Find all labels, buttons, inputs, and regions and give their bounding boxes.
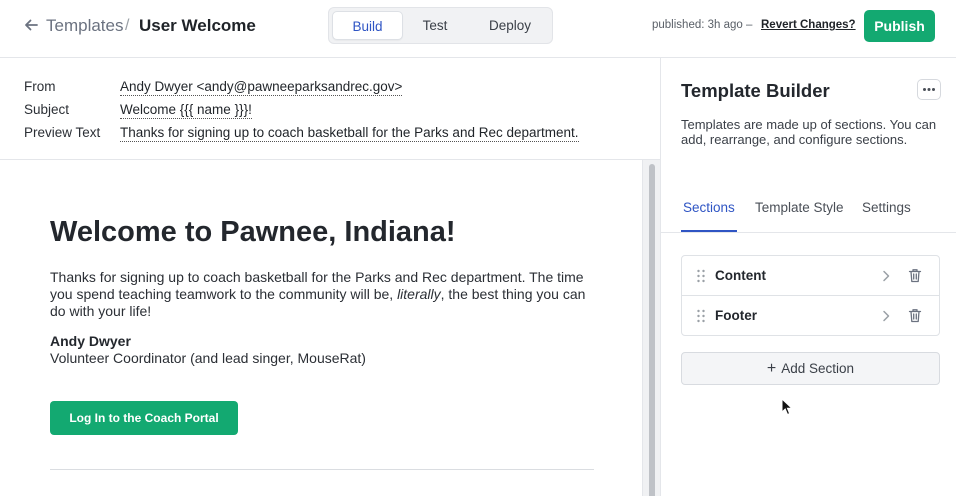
panel-description: Templates are made up of sections. You c… — [681, 117, 937, 147]
email-body-text[interactable]: Thanks for signing up to coach basketbal… — [50, 269, 600, 320]
published-status: published: 3h ago – — [652, 19, 753, 31]
tab-sections[interactable]: Sections — [683, 200, 735, 215]
tab-template-style[interactable]: Template Style — [755, 200, 844, 215]
mode-test-tab[interactable]: Test — [403, 11, 467, 40]
section-label: Footer — [715, 308, 757, 323]
from-label: From — [24, 79, 56, 94]
template-builder-panel: Template Builder Templates are made up o… — [660, 58, 956, 496]
subject-field[interactable]: Welcome {{{ name }}}! — [120, 102, 252, 119]
tab-settings[interactable]: Settings — [862, 200, 911, 215]
email-heading[interactable]: Welcome to Pawnee, Indiana! — [50, 216, 456, 249]
chevron-right-icon[interactable] — [880, 309, 892, 323]
publish-button[interactable]: Publish — [864, 10, 935, 42]
plus-icon: + — [766, 360, 777, 377]
coach-portal-button[interactable]: Log In to the Coach Portal — [50, 401, 238, 435]
section-item-content[interactable]: Content — [682, 256, 939, 296]
more-options-button[interactable] — [917, 79, 941, 100]
section-list: Content Footer — [681, 255, 940, 336]
top-bar: Templates / User Welcome Build Test Depl… — [0, 0, 956, 58]
email-preview: Welcome to Pawnee, Indiana! Thanks for s… — [0, 160, 642, 496]
section-label: Content — [715, 268, 766, 283]
drag-handle-icon[interactable] — [696, 269, 706, 283]
breadcrumb-templates-link[interactable]: Templates — [46, 16, 123, 36]
section-item-footer[interactable]: Footer — [682, 296, 939, 336]
panel-title: Template Builder — [681, 80, 830, 101]
active-tab-indicator — [681, 230, 737, 232]
trash-icon[interactable] — [908, 308, 922, 323]
preview-text-field[interactable]: Thanks for signing up to coach basketbal… — [120, 125, 579, 142]
add-section-label: Add Section — [781, 361, 855, 376]
signature-title[interactable]: Volunteer Coordinator (and lead singer, … — [50, 350, 366, 366]
mode-switcher: Build Test Deploy — [328, 7, 553, 44]
email-canvas: Welcome to Pawnee, Indiana! Thanks for s… — [0, 160, 642, 496]
chevron-right-icon[interactable] — [880, 269, 892, 283]
add-section-button[interactable]: + Add Section — [681, 352, 940, 385]
signature-name[interactable]: Andy Dwyer — [50, 333, 131, 349]
back-arrow-icon[interactable] — [22, 16, 40, 34]
subject-label: Subject — [24, 102, 70, 117]
from-field[interactable]: Andy Dwyer <andy@pawneeparksandrec.gov> — [120, 79, 403, 96]
more-dots-icon — [923, 88, 935, 91]
panel-tabs: Sections Template Style Settings — [661, 190, 956, 233]
email-meta: From Andy Dwyer <andy@pawneeparksandrec.… — [0, 58, 660, 160]
drag-handle-icon[interactable] — [696, 309, 706, 323]
revert-changes-link[interactable]: Revert Changes? — [761, 19, 856, 31]
mouse-pointer-icon — [781, 398, 793, 416]
scrollbar-thumb[interactable] — [649, 164, 655, 496]
email-divider — [50, 469, 594, 470]
breadcrumb-separator: / — [125, 17, 130, 34]
email-body-emphasis: literally — [397, 286, 441, 302]
mode-build-tab[interactable]: Build — [332, 11, 403, 40]
preview-scrollbar[interactable] — [642, 160, 660, 496]
preview-text-label: Preview Text — [24, 125, 101, 140]
trash-icon[interactable] — [908, 268, 922, 283]
page-title: User Welcome — [139, 16, 256, 35]
mode-deploy-tab[interactable]: Deploy — [469, 11, 551, 40]
